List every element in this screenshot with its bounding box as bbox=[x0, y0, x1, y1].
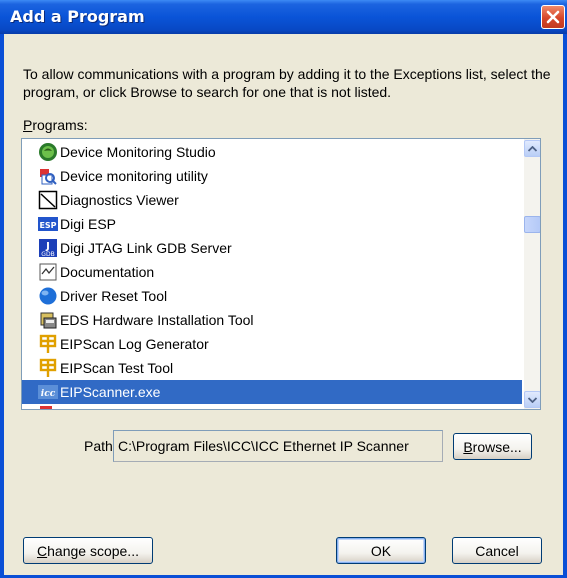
browse-button[interactable]: Browse... bbox=[453, 433, 532, 460]
change-scope-label: hange scope... bbox=[47, 542, 139, 559]
change-scope-accel: C bbox=[37, 542, 48, 559]
icc-icon: icc bbox=[38, 385, 58, 399]
programs-label-accel: P bbox=[23, 117, 33, 133]
list-item-label: EIPScanner.exe bbox=[60, 384, 161, 400]
cancel-button[interactable]: Cancel bbox=[452, 537, 542, 564]
programs-label: Programs: bbox=[23, 117, 88, 133]
eipscan-icon bbox=[39, 358, 57, 377]
diagnostics-chart-icon bbox=[38, 190, 58, 210]
list-item[interactable]: Diagnostics Viewer bbox=[22, 188, 522, 212]
list-item-partial bbox=[22, 404, 522, 409]
list-item[interactable]: Device Monitoring Studio bbox=[22, 140, 522, 164]
window-title: Add a Program bbox=[10, 7, 145, 26]
list-item-label: Driver Reset Tool bbox=[60, 288, 168, 304]
installer-icon bbox=[40, 312, 57, 329]
list-item-label: Device Monitoring Studio bbox=[60, 144, 216, 160]
list-item[interactable]: EIPScan Test Tool bbox=[22, 356, 522, 380]
esp-icon: ESP bbox=[38, 217, 58, 231]
blue-globe-icon bbox=[39, 287, 57, 305]
close-icon bbox=[546, 10, 560, 24]
add-program-dialog: Add a Program To allow communications wi… bbox=[0, 0, 567, 578]
list-item[interactable]: EIPScan Log Generator bbox=[22, 332, 522, 356]
monitor-magnifier-icon bbox=[40, 169, 57, 185]
programs-list: Device Monitoring Studio Device monitori… bbox=[22, 139, 522, 409]
document-icon bbox=[39, 263, 57, 281]
change-scope-button[interactable]: Change scope... bbox=[23, 537, 153, 564]
list-item-label: Device monitoring utility bbox=[60, 168, 208, 184]
list-item[interactable]: Documentation bbox=[22, 260, 522, 284]
scroll-down-button[interactable] bbox=[524, 391, 540, 408]
list-item[interactable]: Driver Reset Tool bbox=[22, 284, 522, 308]
green-globe-icon bbox=[39, 143, 57, 161]
ok-button[interactable]: OK bbox=[336, 537, 426, 564]
close-button[interactable] bbox=[541, 5, 565, 29]
list-item-label: Digi ESP bbox=[60, 216, 117, 232]
list-item[interactable]: Device monitoring utility bbox=[22, 164, 522, 188]
list-item-label: EIPScan Test Tool bbox=[60, 360, 174, 376]
programs-label-rest: rograms: bbox=[32, 117, 88, 133]
scroll-up-button[interactable] bbox=[524, 140, 540, 157]
browse-label: rowse... bbox=[472, 438, 522, 455]
list-item-label: EDS Hardware Installation Tool bbox=[60, 312, 254, 328]
list-item-label: Documentation bbox=[60, 264, 155, 280]
scroll-thumb[interactable] bbox=[524, 216, 540, 233]
path-label: Path: bbox=[84, 438, 117, 454]
chevron-down-icon bbox=[528, 396, 537, 403]
description-text: To allow communications with a program b… bbox=[23, 66, 551, 100]
vertical-scrollbar[interactable] bbox=[524, 139, 540, 409]
list-item-label: Diagnostics Viewer bbox=[60, 192, 179, 208]
list-item-selected[interactable]: icc EIPScanner.exe bbox=[22, 380, 522, 404]
partial-item-icon bbox=[40, 406, 52, 409]
list-item-label: EIPScan Log Generator bbox=[60, 336, 209, 352]
svg-text:GDB: GDB bbox=[41, 251, 54, 258]
list-item-label: Digi JTAG Link GDB Server bbox=[60, 240, 232, 256]
path-field[interactable]: C:\Program Files\ICC\ICC Ethernet IP Sca… bbox=[113, 430, 443, 462]
dialog-body: To allow communications with a program b… bbox=[4, 34, 563, 575]
svg-text:icc: icc bbox=[41, 389, 56, 399]
list-item[interactable]: ESP Digi ESP bbox=[22, 212, 522, 236]
list-item[interactable]: J GDB Digi JTAG Link GDB Server bbox=[22, 236, 522, 260]
programs-listbox[interactable]: Device Monitoring Studio Device monitori… bbox=[21, 138, 541, 410]
chevron-up-icon bbox=[528, 145, 537, 152]
browse-accel: B bbox=[463, 438, 473, 455]
svg-text:ESP: ESP bbox=[39, 221, 56, 230]
title-bar[interactable]: Add a Program bbox=[0, 0, 567, 34]
jtag-gdb-icon: J GDB bbox=[39, 239, 57, 258]
list-item[interactable]: EDS Hardware Installation Tool bbox=[22, 308, 522, 332]
eipscan-icon bbox=[39, 334, 57, 353]
